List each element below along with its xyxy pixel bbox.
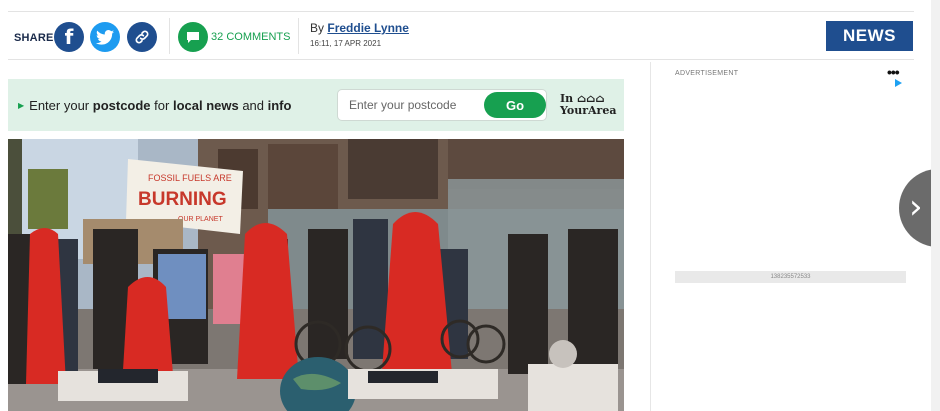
comments-count[interactable]: 32 COMMENTS: [211, 31, 290, 43]
inyourarea-logo: In ⌂⌂⌂ YourArea: [560, 92, 617, 117]
article-hero-image[interactable]: FOSSIL FUELS ARE BURNING OUR PLANET: [8, 139, 624, 411]
banner-line1: FOSSIL FUELS ARE: [148, 173, 232, 183]
divider: [169, 18, 170, 54]
news-section-button[interactable]: NEWS: [826, 21, 913, 51]
facebook-icon: f: [64, 25, 74, 49]
banner-line2: BURNING: [138, 189, 227, 210]
ad-column-divider: [650, 62, 651, 411]
postcode-prompt: ▶ Enter your postcode for local news and …: [18, 98, 292, 113]
comments-button[interactable]: [178, 22, 208, 52]
banner-line3: OUR PLANET: [178, 216, 223, 223]
copy-link-button[interactable]: [127, 22, 157, 52]
share-label: SHARE: [14, 32, 54, 44]
scrollbar[interactable]: [931, 0, 940, 411]
twitter-icon: [96, 29, 114, 45]
advertisement-label: ADVERTISEMENT: [675, 70, 739, 77]
divider: [298, 18, 299, 54]
facebook-share-button[interactable]: f: [54, 22, 84, 52]
article-meta-bar: SHARE f 32 COMMENTS By Freddie Lynne 16:…: [8, 12, 914, 60]
triangle-icon: ▶: [18, 101, 25, 110]
author-link[interactable]: Freddie Lynne: [327, 21, 409, 35]
chevron-right-icon: ›: [909, 187, 923, 227]
publish-date: 16:11, 17 APR 2021: [310, 39, 382, 48]
protest-photo: FOSSIL FUELS ARE BURNING OUR PLANET: [8, 139, 624, 411]
byline: By Freddie Lynne: [310, 21, 409, 35]
twitter-share-button[interactable]: [90, 22, 120, 52]
postcode-go-button[interactable]: Go: [484, 92, 546, 118]
adchoices-icon[interactable]: [895, 79, 902, 87]
comment-icon: [187, 31, 199, 43]
postcode-widget: ▶ Enter your postcode for local news and …: [8, 79, 624, 131]
link-icon: [135, 30, 149, 44]
more-options-icon[interactable]: •••: [887, 64, 900, 80]
ad-strip: 138235572533: [675, 271, 906, 283]
